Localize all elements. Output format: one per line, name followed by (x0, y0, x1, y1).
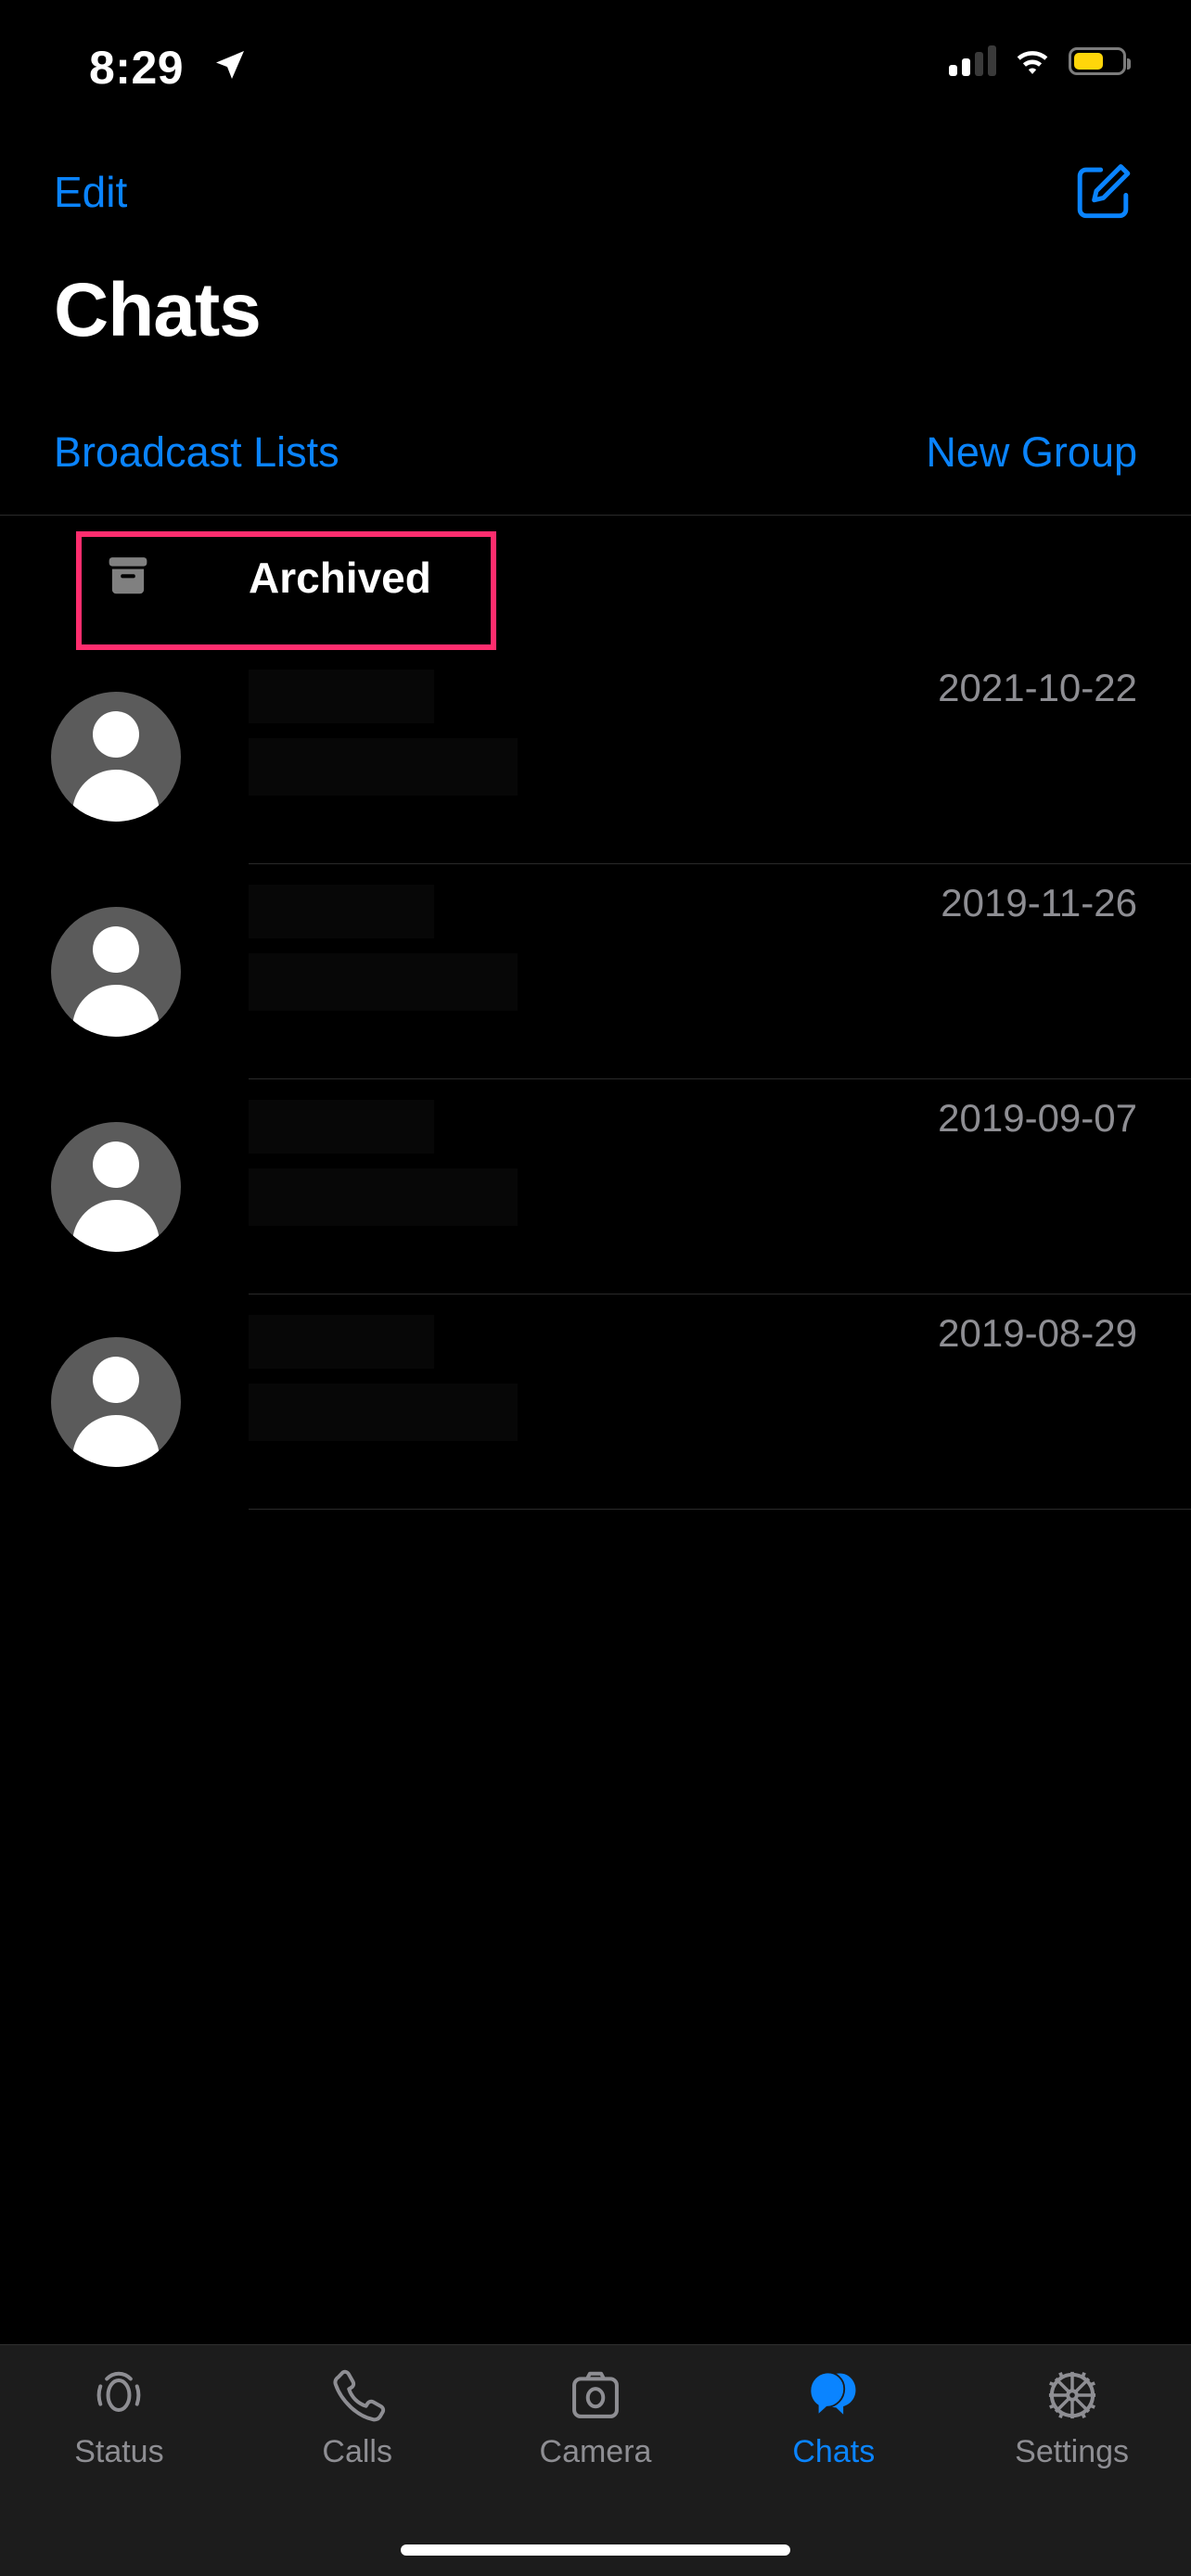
wifi-icon (1017, 51, 1048, 74)
sub-actions-row: Broadcast Lists New Group (0, 428, 1191, 503)
tab-bar: Status Calls Camera Chats Settings (0, 2344, 1191, 2576)
chat-date: 2021-10-22 (938, 666, 1137, 709)
chat-preview (249, 1384, 518, 1441)
row-divider (249, 1509, 1191, 1510)
home-indicator (401, 2544, 790, 2556)
tab-label: Camera (539, 2434, 652, 2469)
chat-list: 2021-10-22 2019-11-26 2019-09-07 2019-08-29 (0, 649, 1191, 1510)
compose-new-chat-icon[interactable] (1070, 159, 1135, 224)
tab-camera[interactable]: Camera (477, 2366, 715, 2503)
avatar (51, 1337, 181, 1467)
avatar (51, 907, 181, 1037)
broadcast-lists-button[interactable]: Broadcast Lists (54, 428, 339, 477)
archived-row[interactable]: Archived (0, 527, 1191, 649)
avatar (51, 692, 181, 822)
archive-box-icon (109, 557, 147, 594)
chat-row-content: 2019-09-07 (249, 1079, 1191, 1294)
status-bar: 8:29 (0, 0, 1191, 130)
archived-label: Archived (249, 554, 431, 602)
chat-name (249, 1315, 434, 1369)
edit-button[interactable]: Edit (54, 167, 127, 217)
tab-label: Calls (322, 2434, 392, 2469)
chat-name (249, 670, 434, 723)
chat-row-content: 2019-11-26 (249, 864, 1191, 1079)
tab-label: Status (74, 2434, 164, 2469)
chat-row[interactable]: 2019-08-29 (0, 1294, 1191, 1510)
chat-row[interactable]: 2019-09-07 (0, 1079, 1191, 1294)
chat-date: 2019-09-07 (938, 1096, 1137, 1140)
page-title: Chats (54, 268, 262, 352)
chat-row[interactable]: 2019-11-26 (0, 864, 1191, 1079)
camera-icon (566, 2366, 625, 2425)
tab-label: Settings (1015, 2434, 1130, 2469)
tab-calls[interactable]: Calls (238, 2366, 477, 2503)
tab-settings[interactable]: Settings (953, 2366, 1191, 2503)
phone-screen: 8:29 Edit Chats Broadcast Lists New Grou… (0, 0, 1191, 2576)
avatar (51, 1122, 181, 1252)
status-bar-clock: 8:29 (89, 42, 185, 94)
new-group-button[interactable]: New Group (926, 428, 1137, 477)
tab-status[interactable]: Status (0, 2366, 238, 2503)
status-bar-indicators (949, 45, 1131, 76)
list-top-divider (0, 515, 1191, 516)
gear-icon (1043, 2366, 1102, 2425)
location-arrow-icon (216, 51, 244, 79)
chat-row[interactable]: 2021-10-22 (0, 649, 1191, 864)
chat-bubbles-icon (804, 2366, 864, 2425)
chat-date: 2019-08-29 (938, 1311, 1137, 1355)
chat-row-content: 2021-10-22 (249, 649, 1191, 864)
cellular-signal-icon (949, 45, 996, 76)
battery-icon (1069, 47, 1131, 75)
chat-date: 2019-11-26 (941, 881, 1137, 925)
chat-name (249, 1100, 434, 1154)
phone-icon (327, 2366, 387, 2425)
status-rings-icon (89, 2366, 148, 2425)
chat-preview (249, 1168, 518, 1226)
chat-row-content: 2019-08-29 (249, 1294, 1191, 1510)
chat-preview (249, 953, 518, 1011)
tab-label: Chats (792, 2434, 876, 2469)
chat-name (249, 885, 434, 938)
navigation-bar: Edit (0, 159, 1191, 252)
tab-chats[interactable]: Chats (714, 2366, 953, 2503)
chat-preview (249, 738, 518, 796)
